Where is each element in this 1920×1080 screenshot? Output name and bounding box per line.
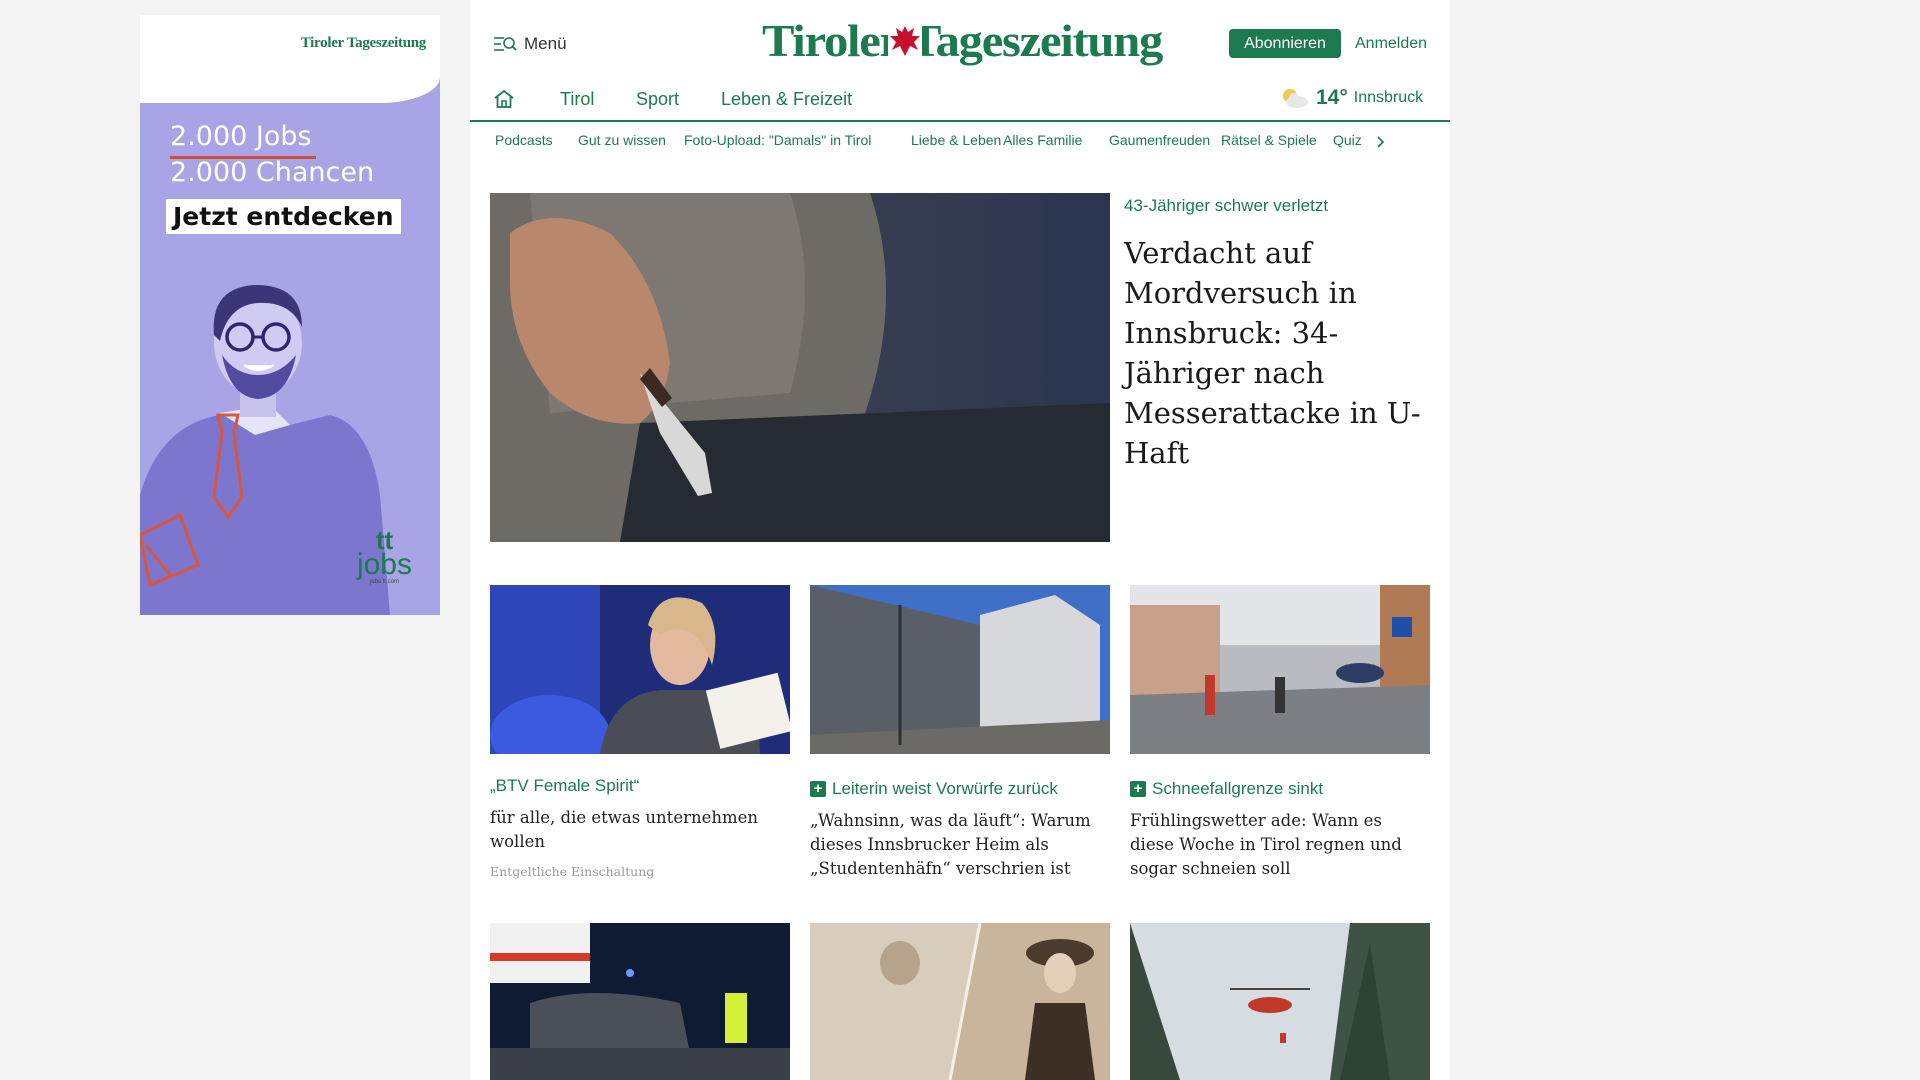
eagle-icon — [888, 24, 922, 58]
menu-label: Menü — [524, 34, 567, 53]
ad-header-area — [140, 15, 440, 103]
chevron-right-icon[interactable] — [1376, 135, 1386, 149]
main-content-column: Menü Tiroler Tageszeitung Abonnieren Anm… — [470, 0, 1450, 1080]
premium-plus-icon: + — [810, 781, 826, 797]
lead-story-headline[interactable]: Verdacht auf Mordversuch in Innsbruck: 3… — [1124, 233, 1434, 473]
btv-photo — [490, 585, 790, 754]
weather-city: Innsbruck — [1353, 89, 1424, 106]
weather-temperature: 14° — [1316, 86, 1348, 109]
subnav-item-podcasts[interactable]: Podcasts — [495, 132, 553, 148]
login-link[interactable]: Anmelden — [1355, 29, 1427, 58]
card-image-hubschrauber[interactable] — [1130, 923, 1430, 1080]
menu-search-icon — [494, 37, 517, 51]
subnav-item-alles-familie[interactable]: Alles Familie — [1003, 132, 1082, 148]
subnav-item-quiz[interactable]: Quiz — [1333, 132, 1362, 148]
card-kicker-heim[interactable]: + Leiterin weist Vorwürfe zurück — [810, 779, 1058, 799]
menu-button[interactable]: Menü — [493, 34, 567, 54]
subnav-item-liebe-leben[interactable]: Liebe & Leben — [911, 132, 1001, 148]
card-kicker-wetter[interactable]: + Schneefallgrenze sinkt — [1130, 779, 1323, 799]
subnav-item-foto-upload[interactable]: Foto-Upload: "Damals" in Tirol — [684, 132, 871, 148]
main-navigation: Tirol Sport Leben & Freizeit 14° Innsbru… — [470, 80, 1450, 120]
nav-item-leben-freizeit[interactable]: Leben & Freizeit — [721, 89, 852, 110]
card-kicker-btv[interactable]: „BTV Female Spirit“ — [490, 776, 639, 796]
nav-item-tirol[interactable]: Tirol — [560, 89, 594, 110]
card-kicker-heim-text: Leiterin weist Vorwürfe zurück — [832, 779, 1058, 798]
ad-cta-button[interactable]: Jetzt entdecken — [166, 199, 401, 234]
subnav-item-raetsel-spiele[interactable]: Rätsel & Spiele — [1221, 132, 1317, 148]
ad-headline-jobs: 2.000 Jobs — [170, 121, 312, 152]
partly-cloudy-icon — [1283, 89, 1308, 108]
card-image-wetter[interactable] — [1130, 585, 1430, 754]
home-icon[interactable] — [493, 89, 515, 109]
ad-headline-chances: 2.000 Chancen — [170, 157, 375, 188]
card-image-btv[interactable] — [490, 585, 790, 754]
jobs-advertisement[interactable]: Tiroler Tageszeitung 2.000 Jobs 2.000 Ch… — [140, 15, 440, 615]
rainy-street-photo — [1130, 585, 1430, 754]
subnav-item-gut-zu-wissen[interactable]: Gut zu wissen — [578, 132, 666, 148]
nav-divider — [470, 120, 1450, 122]
site-logo[interactable]: Tiroler Tageszeitung — [760, 8, 1164, 74]
helicopter-photo — [1130, 923, 1430, 1080]
knife-photo — [490, 193, 1110, 542]
ad-ttjobs-logo: tt jobs jobs.tt.com — [356, 527, 412, 585]
ad-jobs-logo-text: jobs — [356, 548, 412, 581]
card-image-heim[interactable] — [810, 585, 1110, 754]
sub-navigation: Podcasts Gut zu wissen Foto-Upload: "Dam… — [495, 132, 1445, 152]
lead-story-image[interactable] — [490, 193, 1110, 542]
card-image-historisch[interactable] — [810, 923, 1110, 1080]
premium-plus-icon: + — [1130, 781, 1146, 797]
card-kicker-wetter-text: Schneefallgrenze sinkt — [1152, 779, 1324, 798]
subscribe-button[interactable]: Abonnieren — [1229, 29, 1341, 58]
lead-story-kicker[interactable]: 43-Jähriger schwer verletzt — [1124, 196, 1328, 216]
accident-night-photo — [490, 923, 790, 1080]
sponsored-note: Entgeltliche Einschaltung — [490, 864, 655, 879]
weather-widget[interactable]: 14° Innsbruck — [1278, 86, 1423, 110]
card-headline-heim[interactable]: „Wahnsinn, was da läuft“: Warum dieses I… — [810, 809, 1110, 881]
card-headline-wetter[interactable]: Frühlingswetter ade: Wann es diese Woche… — [1130, 809, 1430, 881]
ad-brand-logo: Tiroler Tageszeitung — [300, 35, 427, 51]
vintage-photo — [810, 923, 1110, 1080]
building-photo — [810, 585, 1110, 754]
card-headline-btv[interactable]: für alle, die etwas unternehmen wollen — [490, 806, 790, 854]
subnav-item-gaumenfreuden[interactable]: Gaumenfreuden — [1109, 132, 1210, 148]
nav-item-sport[interactable]: Sport — [636, 89, 679, 110]
card-image-unfall[interactable] — [490, 923, 790, 1080]
logo-text: Tiroler Tageszeitung — [762, 15, 1163, 66]
